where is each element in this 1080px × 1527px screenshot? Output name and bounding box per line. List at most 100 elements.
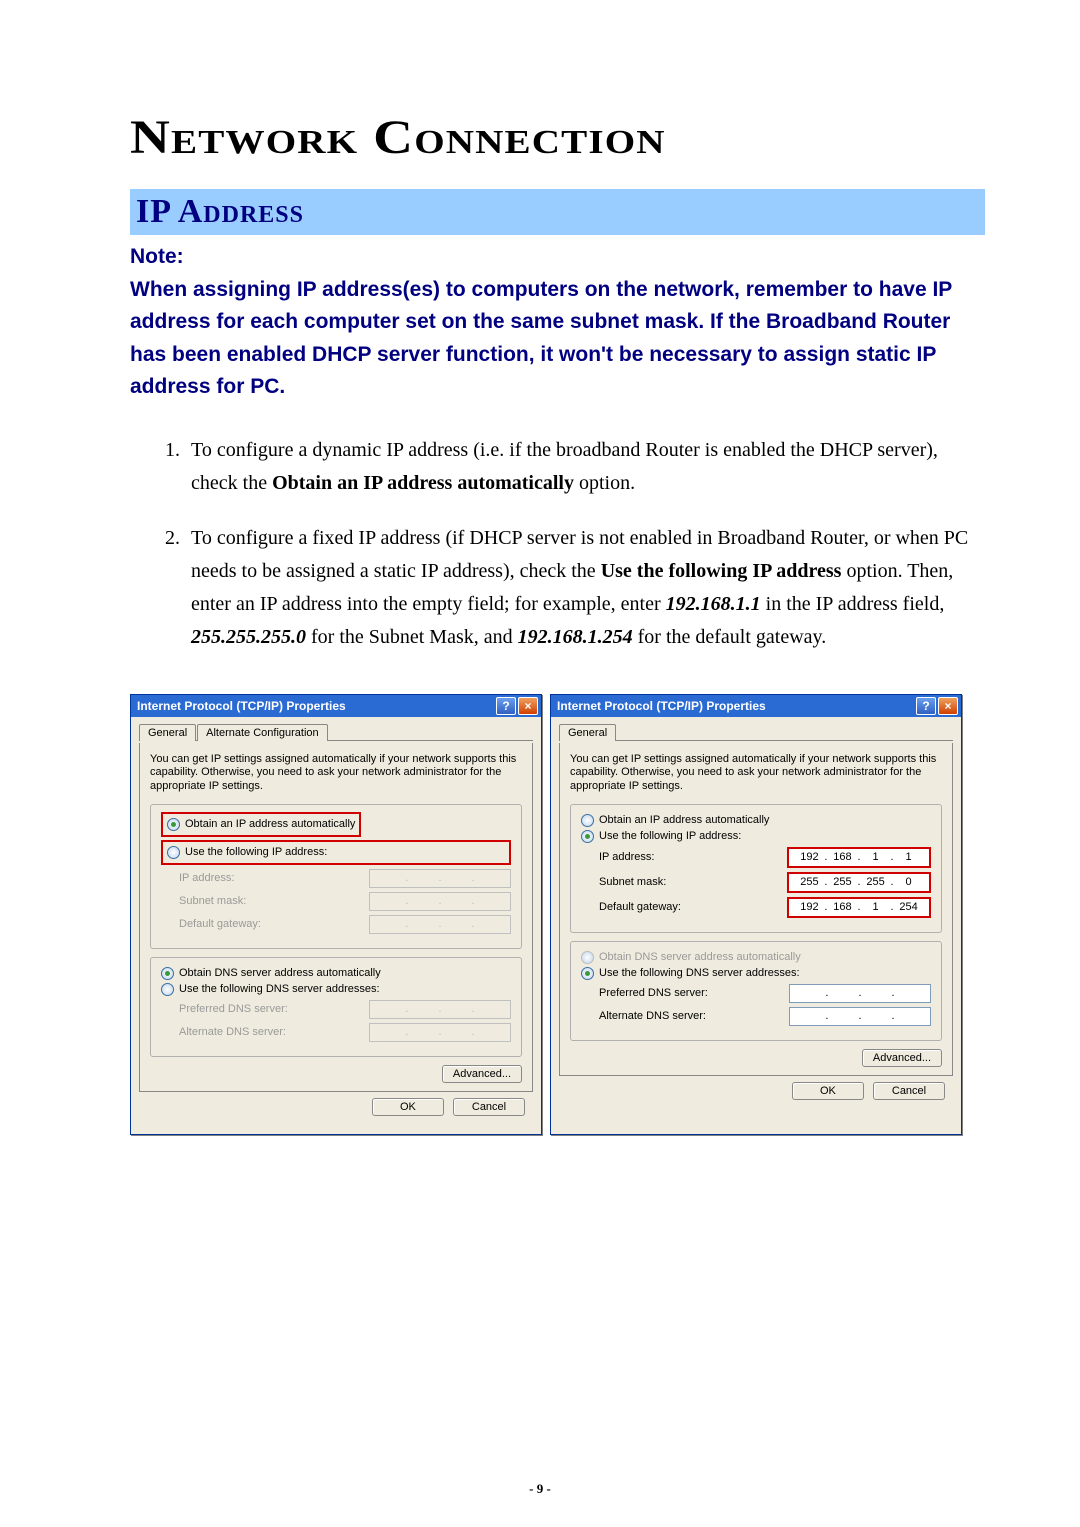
radio-icon xyxy=(167,818,180,831)
row-mask: Subnet mask: 255. 255. 255. 0 xyxy=(599,872,931,893)
ip-seg: 255 xyxy=(827,876,857,888)
dns-group: Obtain DNS server address automatically … xyxy=(570,941,942,1041)
radio-obtain-dns[interactable]: Obtain DNS server address automatically xyxy=(161,967,511,980)
advanced-button[interactable]: Advanced... xyxy=(862,1049,942,1067)
radio-icon xyxy=(581,967,594,980)
close-icon[interactable]: × xyxy=(938,697,958,715)
cancel-button[interactable]: Cancel xyxy=(453,1098,525,1116)
ip-group: Obtain an IP address automatically Use t… xyxy=(150,804,522,949)
row-ip: IP address: ... xyxy=(179,869,511,888)
ip-group: Obtain an IP address automatically Use t… xyxy=(570,804,942,933)
pdns-input[interactable]: ... xyxy=(789,984,931,1003)
steps-list: To configure a dynamic IP address (i.e. … xyxy=(130,434,985,654)
adns-input: ... xyxy=(369,1023,511,1042)
adns-input[interactable]: ... xyxy=(789,1007,931,1026)
step-text-bold: Use the following IP address xyxy=(601,560,842,582)
step-text: for the Subnet Mask, and xyxy=(306,626,518,648)
row-ip: IP address: 192. 168. 1. 1 xyxy=(599,847,931,868)
ip-seg: 192 xyxy=(794,851,824,863)
dns-group: Obtain DNS server address automatically … xyxy=(150,957,522,1057)
gateway-input[interactable]: 192. 168. 1. 254 xyxy=(787,897,931,918)
radio-obtain-ip[interactable]: Obtain an IP address automatically xyxy=(581,814,931,827)
tcpip-dialog-auto: Internet Protocol (TCP/IP) Properties ? … xyxy=(130,694,542,1135)
step-2: To configure a fixed IP address (if DHCP… xyxy=(185,522,985,654)
section-header: IP Address xyxy=(130,189,985,235)
ip-seg: 1 xyxy=(861,901,891,913)
step-text: option. xyxy=(574,472,635,494)
ok-button[interactable]: OK xyxy=(792,1082,864,1100)
dialog-title: Internet Protocol (TCP/IP) Properties xyxy=(137,699,346,713)
radio-icon xyxy=(581,814,594,827)
note-label: Note: xyxy=(130,245,184,268)
radio-use-ip[interactable]: Use the following IP address: xyxy=(167,846,505,859)
radio-label: Use the following DNS server addresses: xyxy=(179,983,380,995)
step-text: in the IP address field, xyxy=(761,593,945,615)
dialog-title: Internet Protocol (TCP/IP) Properties xyxy=(557,699,766,713)
radio-use-dns[interactable]: Use the following DNS server addresses: xyxy=(161,983,511,996)
step-text-bi: 192.168.1.1 xyxy=(666,593,761,615)
tab-panel: You can get IP settings assigned automat… xyxy=(559,743,953,1076)
dialog-titlebar: Internet Protocol (TCP/IP) Properties ? … xyxy=(551,695,961,717)
radio-use-ip[interactable]: Use the following IP address: xyxy=(581,830,931,843)
ip-input[interactable]: 192. 168. 1. 1 xyxy=(787,847,931,868)
advanced-button[interactable]: Advanced... xyxy=(442,1065,522,1083)
dialog-footer: OK Cancel xyxy=(559,1076,953,1108)
radio-obtain-ip[interactable]: Obtain an IP address automatically xyxy=(167,818,355,831)
row-adns: Alternate DNS server: ... xyxy=(599,1007,931,1026)
ip-seg: 192 xyxy=(794,901,824,913)
radio-label: Use the following IP address: xyxy=(185,846,327,858)
step-1: To configure a dynamic IP address (i.e. … xyxy=(185,434,985,500)
ip-seg: 255 xyxy=(861,876,891,888)
help-icon[interactable]: ? xyxy=(916,697,936,715)
panel-description: You can get IP settings assigned automat… xyxy=(570,753,942,794)
radio-icon xyxy=(581,830,594,843)
advanced-row: Advanced... xyxy=(150,1065,522,1083)
field-label: Alternate DNS server: xyxy=(179,1026,286,1038)
tabstrip: General xyxy=(559,723,953,741)
mask-input[interactable]: 255. 255. 255. 0 xyxy=(787,872,931,893)
gateway-input: ... xyxy=(369,915,511,934)
cancel-button[interactable]: Cancel xyxy=(873,1082,945,1100)
radio-use-dns[interactable]: Use the following DNS server addresses: xyxy=(581,967,931,980)
row-pdns: Preferred DNS server: ... xyxy=(179,1000,511,1019)
radio-icon xyxy=(167,846,180,859)
advanced-row: Advanced... xyxy=(570,1049,942,1067)
field-label: Default gateway: xyxy=(179,918,261,930)
page-title: Network Connection xyxy=(130,110,1080,165)
mask-input: ... xyxy=(369,892,511,911)
field-label: IP address: xyxy=(179,872,234,884)
radio-label: Obtain an IP address automatically xyxy=(185,818,355,830)
step-text-bi: 192.168.1.254 xyxy=(518,626,633,648)
help-icon[interactable]: ? xyxy=(496,697,516,715)
step-text-bold: Obtain an IP address automatically xyxy=(272,472,574,494)
tab-panel: You can get IP settings assigned automat… xyxy=(139,743,533,1092)
dialog-footer: OK Cancel xyxy=(139,1092,533,1124)
field-label: Preferred DNS server: xyxy=(599,987,708,999)
ip-seg: 168 xyxy=(827,851,857,863)
tcpip-dialog-static: Internet Protocol (TCP/IP) Properties ? … xyxy=(550,694,962,1135)
dialog-pair: Internet Protocol (TCP/IP) Properties ? … xyxy=(130,694,985,1135)
close-icon[interactable]: × xyxy=(518,697,538,715)
ip-seg: 255 xyxy=(794,876,824,888)
field-label: IP address: xyxy=(599,851,654,863)
tab-general[interactable]: General xyxy=(559,724,616,741)
radio-label: Obtain DNS server address automatically xyxy=(599,951,801,963)
tab-general[interactable]: General xyxy=(139,724,196,741)
row-pdns: Preferred DNS server: ... xyxy=(599,984,931,1003)
radio-label: Obtain DNS server address automatically xyxy=(179,967,381,979)
ip-seg: 1 xyxy=(861,851,891,863)
step-text-bi: 255.255.255.0 xyxy=(191,626,306,648)
step-text: for the default gateway. xyxy=(633,626,827,648)
tabstrip: General Alternate Configuration xyxy=(139,723,533,741)
radio-obtain-dns[interactable]: Obtain DNS server address automatically xyxy=(581,951,931,964)
tab-alt-config[interactable]: Alternate Configuration xyxy=(197,724,328,741)
pdns-input: ... xyxy=(369,1000,511,1019)
ip-seg: 254 xyxy=(894,901,924,913)
radio-label: Use the following DNS server addresses: xyxy=(599,967,800,979)
note-block: Note: When assigning IP address(es) to c… xyxy=(130,241,985,404)
ok-button[interactable]: OK xyxy=(372,1098,444,1116)
field-label: Subnet mask: xyxy=(179,895,246,907)
panel-description: You can get IP settings assigned automat… xyxy=(150,753,522,794)
radio-icon xyxy=(581,951,594,964)
dialog-titlebar: Internet Protocol (TCP/IP) Properties ? … xyxy=(131,695,541,717)
